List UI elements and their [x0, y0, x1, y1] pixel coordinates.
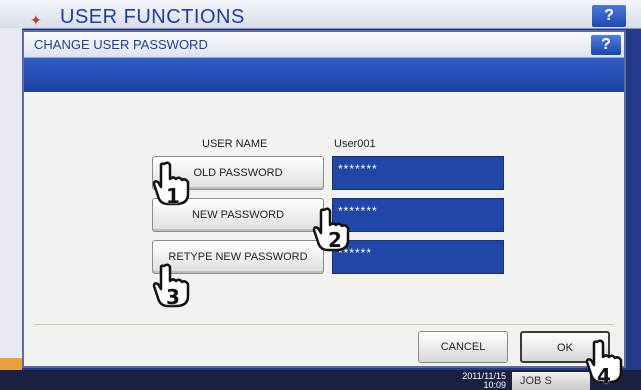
- old-password-field[interactable]: *******: [332, 156, 504, 190]
- step-2-number: 2: [328, 228, 342, 252]
- dialog-title-bar: CHANGE USER PASSWORD ?: [24, 32, 624, 58]
- dialog-header-band: [24, 58, 624, 92]
- background-title: USER FUNCTIONS: [60, 6, 245, 28]
- user-name-value: User001: [334, 138, 376, 150]
- dialog-title: CHANGE USER PASSWORD: [34, 37, 208, 52]
- background-help-button[interactable]: ?: [592, 5, 626, 27]
- change-password-dialog: CHANGE USER PASSWORD ? USER NAME User001…: [22, 30, 626, 368]
- dialog-divider: [34, 324, 614, 325]
- step-3-number: 3: [166, 285, 180, 309]
- job-status-button[interactable]: JOB S: [512, 372, 590, 390]
- help-button[interactable]: ?: [591, 35, 621, 55]
- step-1-number: 1: [166, 184, 180, 208]
- cancel-button[interactable]: CANCEL: [418, 331, 508, 363]
- background-title-bar: ✦ USER FUNCTIONS ?: [0, 0, 641, 29]
- new-password-field[interactable]: *******: [332, 198, 504, 232]
- clock: 2011/11/15 10:09: [456, 372, 506, 390]
- clock-time: 10:09: [483, 380, 506, 390]
- user-name-label: USER NAME: [202, 138, 268, 150]
- app-logo-icon: ✦: [30, 12, 42, 28]
- retype-password-field[interactable]: ******: [332, 240, 504, 274]
- background-left-strip: [0, 28, 22, 390]
- step-4-number: 4: [597, 364, 611, 388]
